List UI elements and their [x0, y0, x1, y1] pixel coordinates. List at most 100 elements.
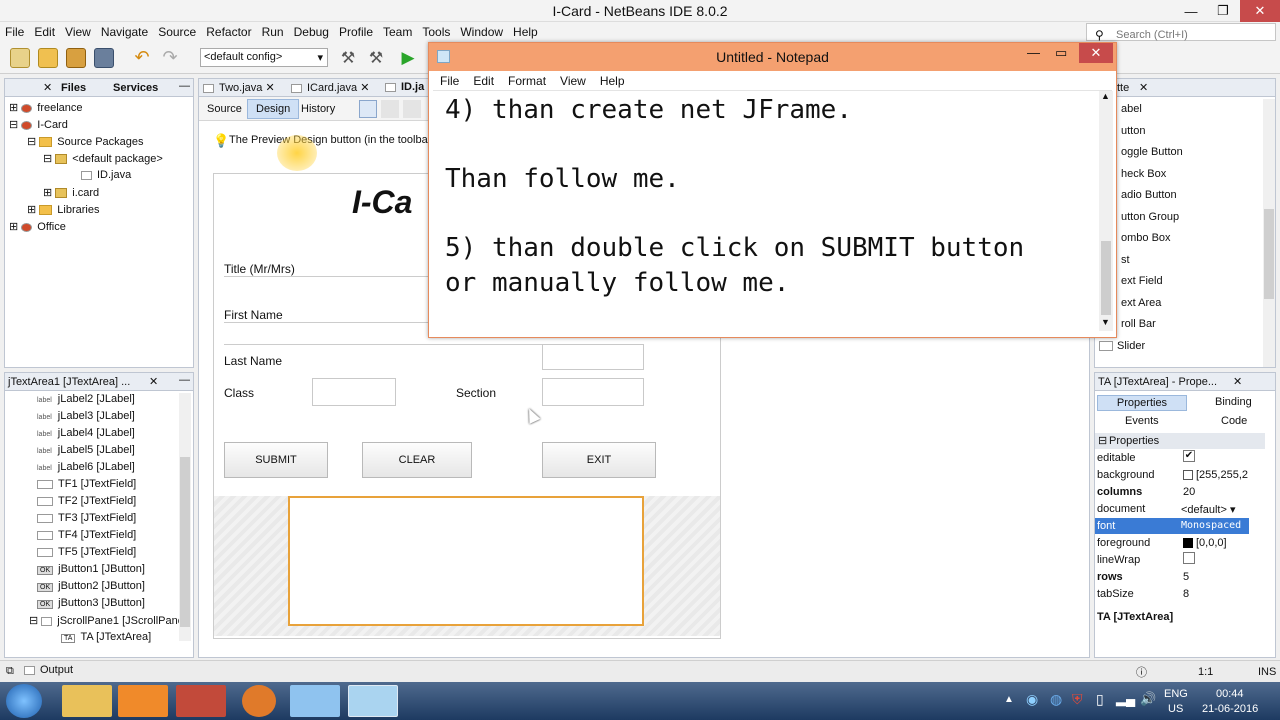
prop-value-rows[interactable]: 5	[1183, 571, 1189, 583]
maximize-button[interactable]: ❐	[1206, 0, 1240, 22]
palette-scrollbar[interactable]	[1263, 99, 1275, 367]
tab-properties[interactable]: Properties	[1097, 395, 1187, 411]
palette-item-toggle-button[interactable]: oggle Button	[1121, 146, 1183, 158]
label-section[interactable]: Section	[456, 386, 496, 400]
palette-item-button[interactable]: utton	[1121, 125, 1145, 137]
browser-tray-icon[interactable]: ◍	[1050, 691, 1062, 708]
scroll-down-icon[interactable]: ▼	[1101, 317, 1110, 327]
tree-item-freelance[interactable]: ⊞ freelance	[9, 101, 83, 114]
menu-tools[interactable]: Tools	[417, 22, 455, 42]
np-menu-file[interactable]: File	[433, 71, 466, 91]
list-item[interactable]: TF2 [JTextField]	[37, 495, 136, 507]
xampp-taskbar-icon[interactable]	[118, 685, 168, 717]
tab-binding[interactable]: Binding	[1215, 396, 1252, 408]
textfield-tf5[interactable]	[542, 378, 644, 406]
textfield-tf3[interactable]	[542, 344, 644, 370]
notification-icon[interactable]: ⓘ	[1136, 664, 1147, 680]
menu-source[interactable]: Source	[153, 22, 201, 42]
textarea-ta[interactable]	[288, 496, 644, 626]
menu-view[interactable]: View	[60, 22, 96, 42]
clock-date[interactable]: 21-06-2016	[1202, 703, 1258, 715]
tree-item-id-java[interactable]: ID.java	[81, 169, 131, 181]
network-globe-icon[interactable]: ◉	[1026, 691, 1038, 708]
list-item[interactable]: TF5 [JTextField]	[37, 546, 136, 558]
label-first-name[interactable]: First Name	[224, 308, 283, 322]
undo-icon[interactable]: ↶	[132, 48, 152, 68]
minimize-panel-icon[interactable]: —	[179, 374, 190, 386]
notepad-minimize-button[interactable]: —	[1027, 45, 1040, 60]
config-select[interactable]: <default config> ▾	[200, 48, 328, 67]
minimize-panel-icon[interactable]: —	[179, 80, 190, 92]
clear-button[interactable]: CLEAR	[362, 442, 472, 478]
notepad-close-button[interactable]: ✕	[1079, 43, 1113, 63]
palette-item-label[interactable]: abel	[1121, 103, 1142, 115]
netbeans-taskbar-icon[interactable]	[290, 685, 340, 717]
np-menu-help[interactable]: Help	[593, 71, 632, 91]
label-last-name[interactable]: Last Name	[224, 354, 282, 368]
palette-item-list[interactable]: st	[1121, 254, 1130, 266]
label-title[interactable]: Title (Mr/Mrs)	[224, 262, 295, 276]
scrollbar-thumb[interactable]	[180, 457, 190, 627]
scrollbar-thumb[interactable]	[1101, 241, 1111, 315]
redo-icon[interactable]: ↷	[160, 48, 180, 68]
list-item[interactable]: label jLabel6 [JLabel]	[37, 461, 135, 473]
prop-value-editable-checkbox[interactable]: ✔	[1183, 450, 1195, 462]
palette-item-scroll-bar[interactable]: roll Bar	[1121, 318, 1156, 330]
language-us[interactable]: US	[1168, 703, 1183, 715]
search-box[interactable]: ⚲ Search (Ctrl+I)	[1086, 23, 1276, 42]
list-item[interactable]: TF1 [JTextField]	[37, 478, 136, 490]
notepad-taskbar-icon[interactable]	[348, 685, 398, 717]
preview-design-icon[interactable]	[403, 100, 421, 118]
prop-value-foreground[interactable]: [0,0,0]	[1183, 537, 1227, 549]
selection-mode-icon[interactable]	[359, 100, 377, 118]
clock-time[interactable]: 00:44	[1216, 688, 1244, 700]
build-hammer-icon[interactable]: ⚒	[338, 48, 358, 68]
list-item[interactable]: OK jButton3 [JButton]	[37, 597, 145, 609]
language-eng[interactable]: ENG	[1164, 688, 1188, 700]
list-item[interactable]: TF3 [JTextField]	[37, 512, 136, 524]
notepad-scrollbar[interactable]: ▲ ▼	[1099, 91, 1113, 331]
signal-icon[interactable]: ▂▄	[1116, 691, 1135, 707]
list-item[interactable]: label jLabel2 [JLabel]	[37, 393, 135, 405]
subtab-design[interactable]: Design	[247, 99, 300, 119]
submit-button[interactable]: SUBMIT	[224, 442, 328, 478]
palette-item-button-group[interactable]: utton Group	[1121, 211, 1179, 223]
new-file-icon[interactable]	[10, 48, 30, 68]
close-tab-icon[interactable]: ✕	[1233, 375, 1242, 388]
close-tab-icon[interactable]: ✕	[149, 375, 158, 388]
close-button[interactable]: ✕	[1240, 0, 1280, 22]
tree-item-libraries[interactable]: ⊞ Libraries	[27, 203, 99, 216]
scrollbar-thumb[interactable]	[1264, 209, 1274, 299]
list-item[interactable]: label jLabel5 [JLabel]	[37, 444, 135, 456]
editor-tab-icard-java[interactable]: ICard.java ✕	[291, 81, 369, 94]
np-menu-view[interactable]: View	[553, 71, 593, 91]
prop-value-columns[interactable]: 20	[1183, 486, 1195, 498]
palette-item-text-area[interactable]: ext Area	[1121, 297, 1161, 309]
menu-window[interactable]: Window	[455, 22, 508, 42]
tab-code[interactable]: Code	[1221, 415, 1247, 427]
list-item[interactable]: OK jButton1 [JButton]	[37, 563, 145, 575]
prop-value-document[interactable]: <default> ▾	[1181, 503, 1235, 516]
np-menu-edit[interactable]: Edit	[466, 71, 501, 91]
office-taskbar-icon[interactable]	[176, 685, 226, 717]
notepad-text-area[interactable]: 4) than create net JFrame. Than follow me…	[435, 93, 1095, 331]
tray-expand-icon[interactable]: ▲	[1004, 694, 1014, 705]
subtab-history[interactable]: History	[301, 103, 335, 115]
editor-tab-id-java[interactable]: ID.ja	[385, 81, 424, 93]
menu-navigate[interactable]: Navigate	[96, 22, 153, 42]
palette-item-slider[interactable]: Slider	[1099, 340, 1145, 352]
firefox-taskbar-icon[interactable]	[242, 685, 276, 717]
prop-value-font[interactable]: Monospaced	[1181, 520, 1241, 531]
restore-window-icon[interactable]: ⧉	[6, 665, 14, 678]
tab-services[interactable]: Services	[113, 82, 158, 94]
start-button-icon[interactable]	[6, 684, 42, 718]
np-menu-format[interactable]: Format	[501, 71, 553, 91]
tree-item-default-package[interactable]: ⊟ <default package>	[43, 152, 163, 165]
tab-events[interactable]: Events	[1125, 415, 1159, 427]
palette-item-combo-box[interactable]: ombo Box	[1121, 232, 1171, 244]
connection-mode-icon[interactable]	[381, 100, 399, 118]
run-icon[interactable]: ▶	[398, 48, 418, 68]
tree-item-icard-package[interactable]: ⊞ i.card	[43, 186, 99, 199]
tree-item-office[interactable]: ⊞ Office	[9, 220, 66, 233]
menu-debug[interactable]: Debug	[289, 22, 334, 42]
